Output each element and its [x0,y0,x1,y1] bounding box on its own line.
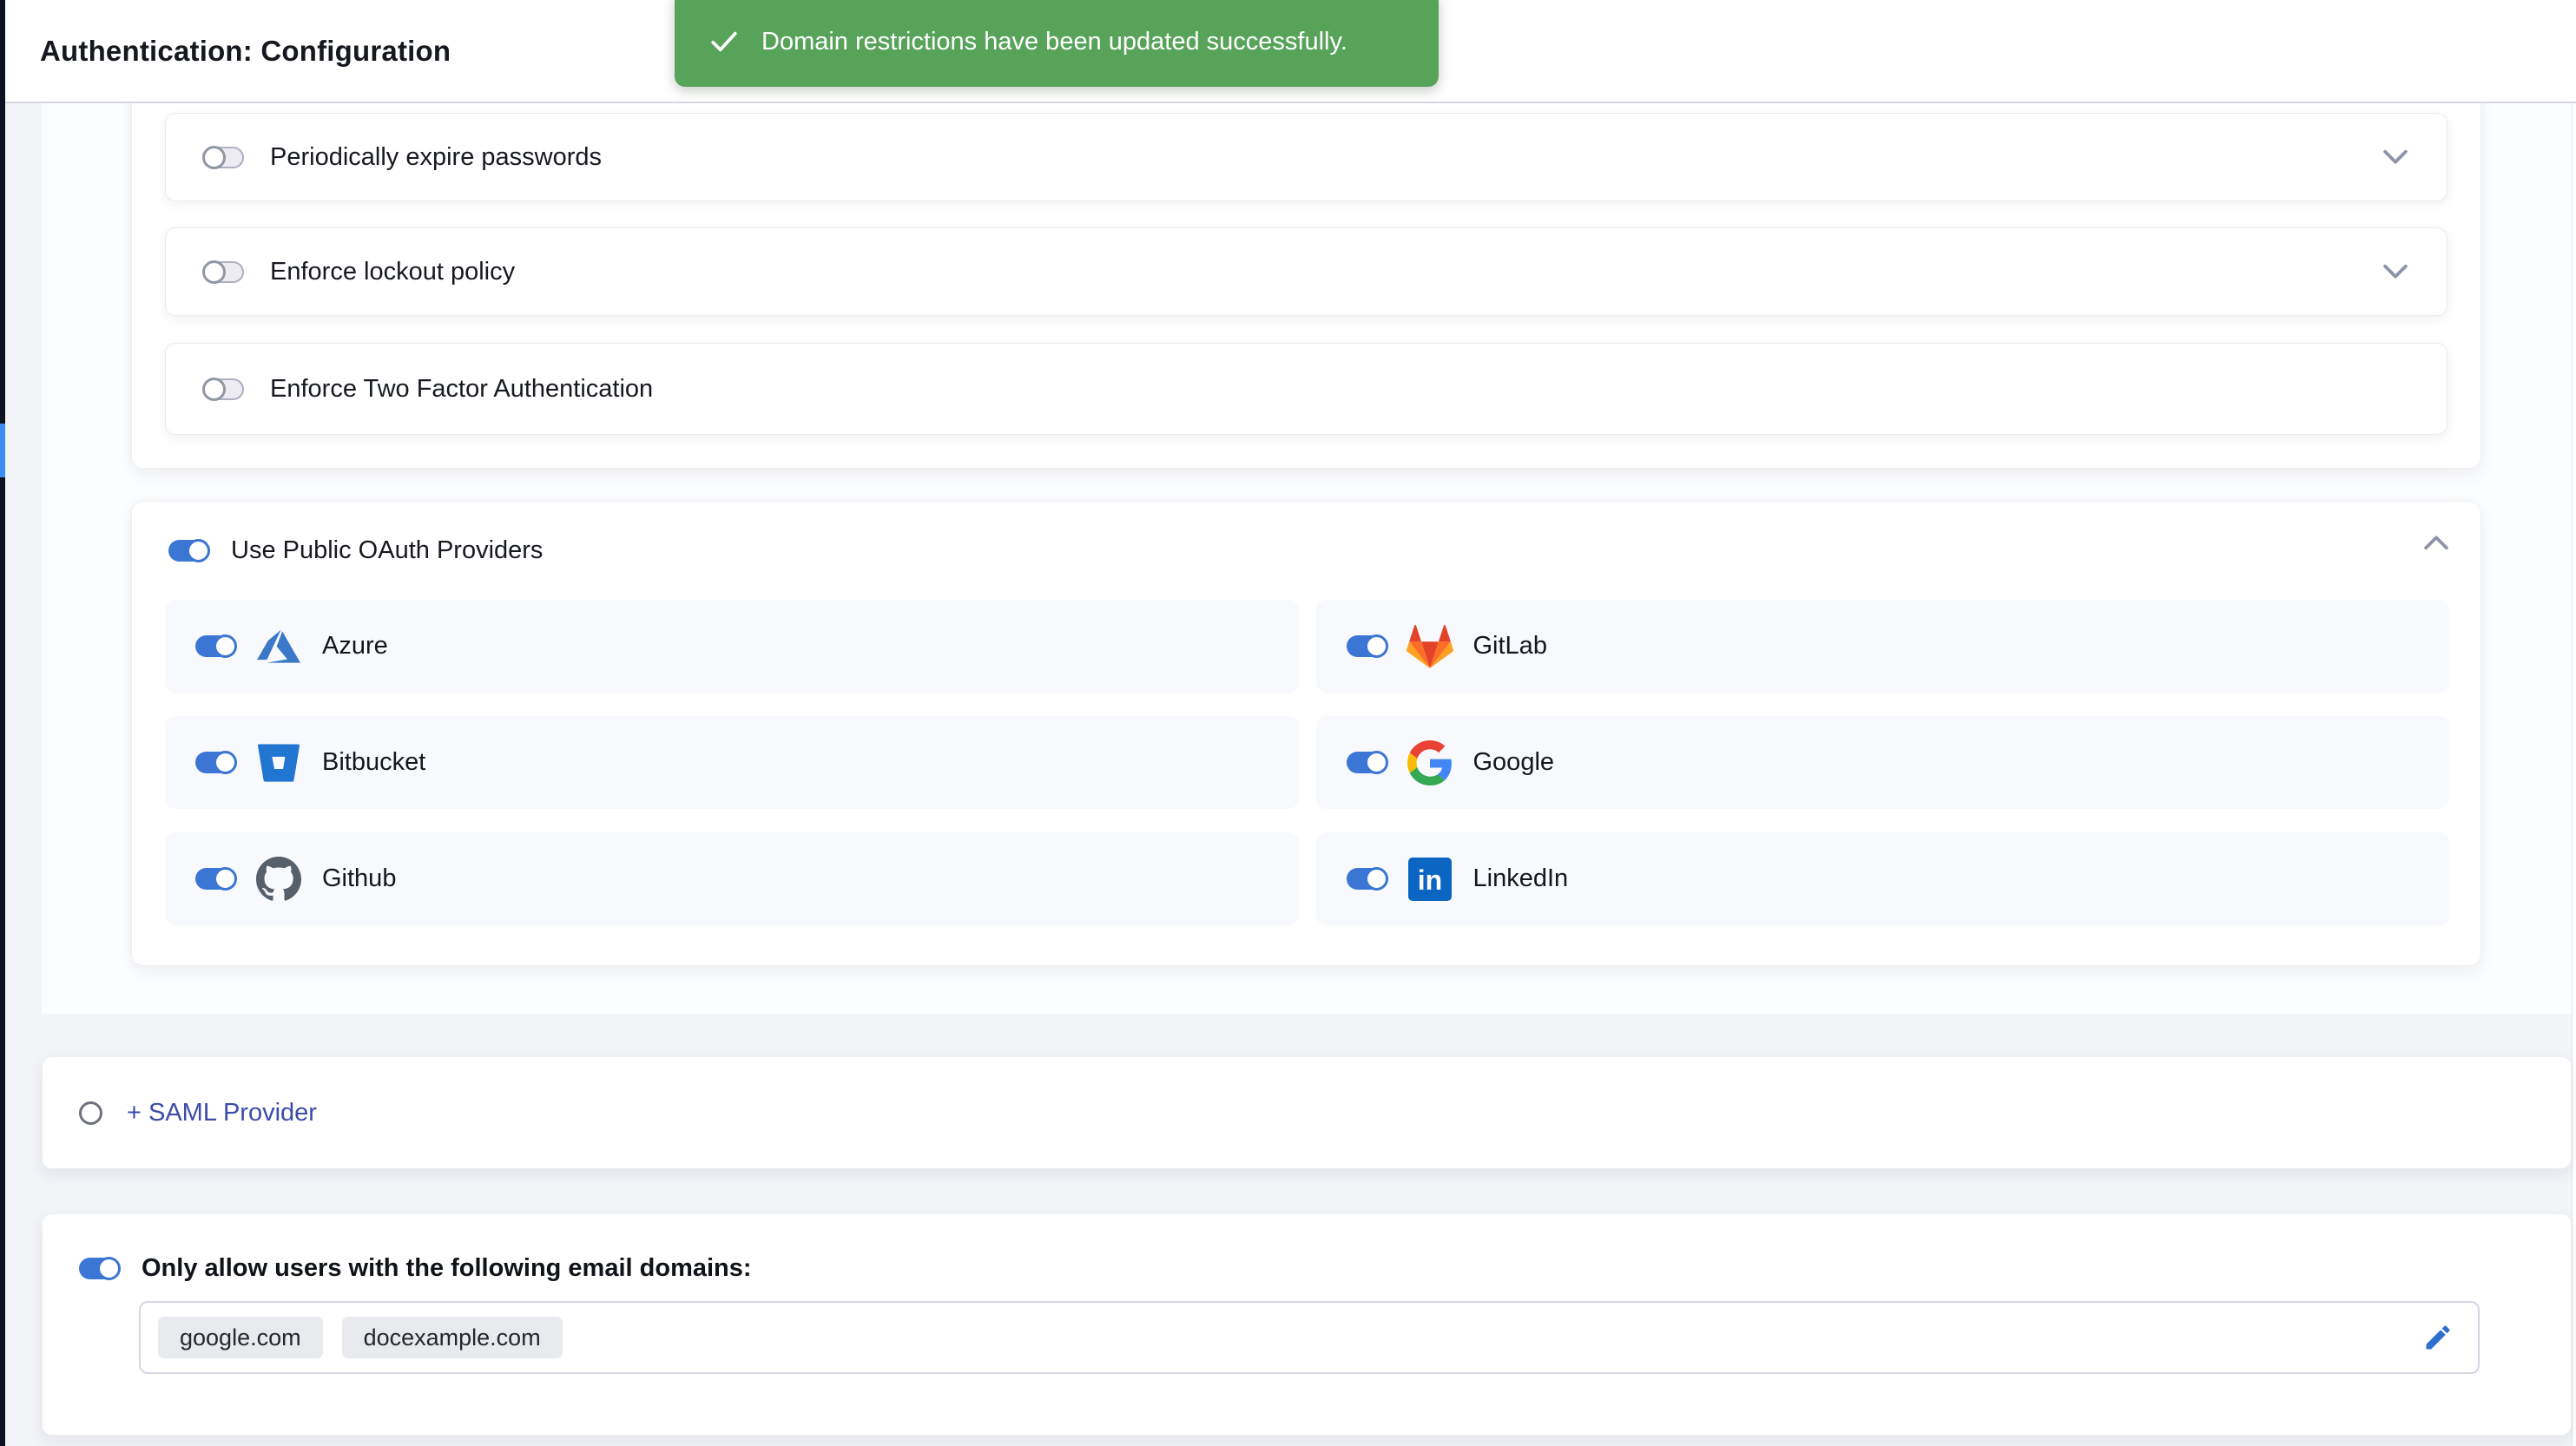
sidebar-active-indicator [0,424,5,477]
provider-tile-github[interactable]: Github [165,832,1299,925]
google-toggle[interactable] [1347,752,1387,773]
toggle-knob [1365,751,1388,774]
providers-grid: Azure GitLab Bitbucket [165,600,2449,925]
collapsed-sidebar[interactable] [0,0,5,1446]
oauth-providers-group: Use Public OAuth Providers Azure GitLab [131,501,2481,966]
domain-chip[interactable]: docexample.com [342,1317,563,1358]
check-icon [709,27,739,56]
chevron-down-icon[interactable] [2382,149,2408,165]
oauth-header-row: Use Public OAuth Providers [168,528,543,573]
provider-tile-gitlab[interactable]: GitLab [1316,600,2450,693]
toggle-knob [187,539,210,562]
bitbucket-toggle[interactable] [195,752,235,773]
password-policies-group: Periodically expire passwords Enforce lo… [131,82,2481,469]
toggle-knob [1365,867,1388,891]
saml-provider-card[interactable]: + SAML Provider [42,1056,2572,1169]
email-domains-label: Only allow users with the following emai… [142,1254,752,1283]
provider-name: Bitbucket [322,748,425,777]
policy-label: Enforce lockout policy [270,258,515,286]
page-title: Authentication: Configuration [40,35,451,68]
policy-label: Periodically expire passwords [270,143,602,172]
linkedin-toggle[interactable] [1347,868,1387,890]
email-domains-card: Only allow users with the following emai… [42,1213,2572,1436]
pencil-icon[interactable] [2422,1322,2461,1353]
github-toggle[interactable] [195,868,235,890]
expire-passwords-toggle[interactable] [204,147,244,168]
github-icon [254,855,303,904]
lockout-policy-toggle[interactable] [204,261,244,283]
azure-toggle[interactable] [195,635,235,657]
provider-name: Google [1473,748,1555,777]
toggle-knob [214,751,237,774]
oauth-master-toggle[interactable] [168,540,208,562]
email-domains-input[interactable]: google.com docexample.com [139,1301,2480,1374]
azure-icon [254,622,303,671]
bitbucket-icon [254,739,303,787]
provider-name: LinkedIn [1473,864,1569,893]
saml-radio[interactable] [79,1101,102,1125]
gitlab-toggle[interactable] [1347,635,1387,657]
email-domains-toggle[interactable] [79,1258,119,1279]
provider-name: Azure [322,632,388,661]
toggle-knob [202,146,226,169]
toast-message: Domain restrictions have been updated su… [761,23,1347,56]
provider-name: GitLab [1473,632,1547,661]
two-factor-toggle[interactable] [204,378,244,400]
gitlab-icon [1406,622,1454,671]
google-icon [1406,739,1454,787]
provider-tile-bitbucket[interactable]: Bitbucket [165,716,1299,809]
oauth-header-label: Use Public OAuth Providers [231,536,543,565]
domain-chip[interactable]: google.com [158,1317,323,1358]
provider-name: Github [322,864,396,893]
toggle-knob [1365,634,1388,658]
success-toast[interactable]: Domain restrictions have been updated su… [675,0,1439,87]
toggle-knob [214,634,237,658]
provider-tile-linkedin[interactable]: in LinkedIn [1316,832,2450,925]
policy-row-expire-passwords[interactable]: Periodically expire passwords [165,113,2448,201]
toggle-knob [97,1257,121,1280]
chevron-down-icon[interactable] [2382,264,2408,279]
scrollbar-track[interactable] [2572,102,2576,1446]
toggle-knob [202,260,226,284]
chevron-up-icon[interactable] [2423,535,2449,550]
add-saml-provider-link[interactable]: + SAML Provider [127,1099,317,1127]
provider-tile-google[interactable]: Google [1316,716,2450,809]
policy-label: Enforce Two Factor Authentication [270,375,653,404]
policy-row-lockout[interactable]: Enforce lockout policy [165,227,2448,316]
toggle-knob [214,867,237,891]
provider-tile-azure[interactable]: Azure [165,600,1299,693]
email-domains-header: Only allow users with the following emai… [79,1254,752,1283]
toggle-knob [202,378,226,401]
policy-row-two-factor[interactable]: Enforce Two Factor Authentication [165,343,2448,435]
svg-text:in: in [1417,864,1441,896]
linkedin-icon: in [1406,855,1454,904]
